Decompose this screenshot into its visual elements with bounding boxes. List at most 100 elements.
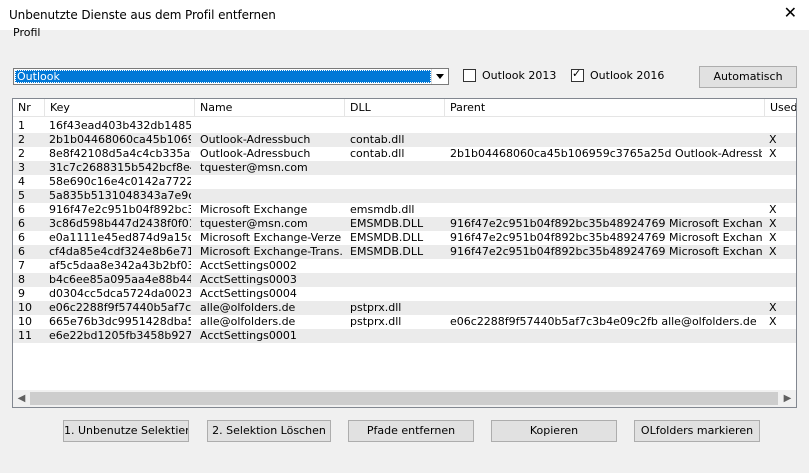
cell-name: AcctSettings0002	[200, 259, 297, 272]
table-row[interactable]: 10 665e76b3dc9951428dba5... alle@olfolders…	[13, 315, 796, 329]
table-row[interactable]: 3 31c7c2688315b542bcf8e4... tquester@msn.c…	[13, 161, 796, 175]
column-header-nr[interactable]: Nr	[13, 99, 45, 116]
cell-used	[769, 329, 793, 343]
table-row[interactable]: 5 5a835b5131048343a7e9c...	[13, 189, 796, 203]
cell-key: 916f47e2c951b04f892bc3...	[49, 203, 191, 216]
cell-name: Outlook-Adressbuch	[200, 147, 311, 160]
cell-parent	[450, 203, 762, 217]
scroll-right-icon[interactable]: ▶	[779, 390, 796, 407]
cell-nr: 8	[18, 273, 25, 286]
cell-name: alle@olfolders.de	[200, 301, 296, 314]
checkbox-label-outlook-2013: Outlook 2013	[482, 68, 557, 82]
column-header-parent[interactable]: Parent	[445, 99, 765, 116]
close-icon[interactable]: ✕	[784, 4, 797, 22]
cell-used: X	[769, 147, 777, 160]
horizontal-scrollbar[interactable]: ◀ ▶	[13, 390, 796, 407]
table-row[interactable]: 8 b4c6ee85a095aa4e88b44... AcctSettings000…	[13, 273, 796, 287]
column-header-used[interactable]: Used	[765, 99, 796, 116]
column-header-key[interactable]: Key	[45, 99, 195, 116]
cell-used	[769, 161, 793, 175]
automatisch-button[interactable]: Automatisch	[699, 66, 797, 88]
table-row[interactable]: 10 e06c2288f9f57440b5af7c3... alle@olfolde…	[13, 301, 796, 315]
olfolders-markieren-button[interactable]: OLfolders markieren	[634, 420, 760, 442]
window-title: Unbenutzte Dienste aus dem Profil entfer…	[9, 8, 276, 22]
cell-name: Outlook-Adressbuch	[200, 133, 311, 146]
table-row[interactable]: 11 e6e22bd1205fb3458b927c... AcctSettings0…	[13, 329, 796, 343]
cell-nr: 3	[18, 161, 25, 174]
table-row[interactable]: 6 e0a1111e45ed874d9a15df... Microsoft Exch…	[13, 231, 796, 245]
cell-name: alle@olfolders.de	[200, 315, 296, 328]
table-row[interactable]: 9 d0304cc5dca5724da0023... AcctSettings000…	[13, 287, 796, 301]
cell-used: X	[769, 315, 777, 328]
cell-used	[769, 119, 793, 133]
cell-used	[769, 287, 793, 301]
cell-dll	[350, 161, 442, 175]
cell-name: AcctSettings0004	[200, 287, 297, 300]
cell-nr: 7	[18, 259, 25, 272]
cell-name: tquester@msn.com	[200, 161, 308, 174]
cell-key: e6e22bd1205fb3458b927c...	[49, 329, 191, 342]
table-row[interactable]: 6 916f47e2c951b04f892bc3... Microsoft Exch…	[13, 203, 796, 217]
cell-parent: 916f47e2c951b04f892bc35b48924769 Microso…	[450, 245, 762, 258]
kopieren-button[interactable]: Kopieren	[491, 420, 617, 442]
cell-dll: emsmdb.dll	[350, 203, 415, 216]
cell-key: af5c5daa8e342a43b2bf03...	[49, 259, 191, 272]
checkbox-box-outlook-2016[interactable]	[571, 67, 584, 82]
cell-parent: 916f47e2c951b04f892bc35b48924769 Microso…	[450, 231, 762, 244]
cell-used: X	[769, 231, 777, 244]
cell-nr: 1	[18, 119, 25, 132]
checkbox-outlook-2016[interactable]: Outlook 2016	[571, 67, 665, 82]
cell-parent: 2b1b04468060ca45b106959c3765a25d Outlook…	[450, 147, 762, 160]
profile-dropdown[interactable]: Outlook	[13, 68, 449, 85]
list-header: Nr Key Name DLL Parent Used	[13, 99, 796, 117]
table-row[interactable]: 2 8e8f42108d5a4c4cb335a9... Outlook-Adress…	[13, 147, 796, 161]
cell-parent	[450, 161, 762, 175]
cell-dll: EMSMDB.DLL	[350, 231, 424, 244]
cell-used: X	[769, 217, 777, 230]
scrollbar-thumb[interactable]	[30, 392, 778, 405]
chevron-down-icon[interactable]	[431, 69, 448, 84]
services-list[interactable]: Nr Key Name DLL Parent Used 1 16f43ead403…	[12, 98, 797, 408]
cell-dll	[350, 287, 442, 301]
profile-dropdown-value: Outlook	[15, 70, 431, 83]
column-header-name[interactable]: Name	[195, 99, 345, 116]
cell-key: b4c6ee85a095aa4e88b44...	[49, 273, 191, 286]
checkbox-box-outlook-2013[interactable]	[463, 68, 476, 82]
table-row[interactable]: 6 cf4da85e4cdf324e8b6e71... Microsoft Exch…	[13, 245, 796, 259]
cell-dll: pstprx.dll	[350, 301, 402, 314]
checkbox-outlook-2013[interactable]: Outlook 2013	[463, 68, 556, 82]
title-bar: Unbenutzte Dienste aus dem Profil entfer…	[0, 0, 809, 30]
cell-parent: e06c2288f9f57440b5af7c3b4e09c2fb alle@ol…	[450, 315, 757, 328]
cell-dll: pstprx.dll	[350, 315, 402, 328]
table-row[interactable]: 1 16f43ead403b432db1485f...	[13, 119, 796, 133]
column-header-dll[interactable]: DLL	[345, 99, 445, 116]
cell-key: 16f43ead403b432db1485f...	[49, 119, 191, 132]
scroll-left-icon[interactable]: ◀	[13, 390, 30, 407]
cell-parent	[450, 133, 762, 147]
cell-parent	[450, 301, 762, 315]
table-row[interactable]: 4 58e690c16e4c0142a7722...	[13, 175, 796, 189]
cell-dll: EMSMDB.DLL	[350, 245, 424, 258]
cell-key: 665e76b3dc9951428dba5...	[49, 315, 191, 328]
table-row[interactable]: 6 3c86d598b447d2438f0f01... tquester@msn.c…	[13, 217, 796, 231]
cell-key: 5a835b5131048343a7e9c...	[49, 189, 191, 202]
cell-nr: 6	[18, 231, 25, 244]
cell-name: tquester@msn.com	[200, 217, 308, 230]
selektion-loeschen-button[interactable]: 2. Selektion Löschen	[207, 420, 331, 442]
cell-used: X	[769, 301, 777, 314]
cell-used: X	[769, 245, 777, 258]
table-row[interactable]: 7 af5c5daa8e342a43b2bf03... AcctSettings00…	[13, 259, 796, 273]
cell-name: Microsoft Exchange-Trans...	[200, 245, 342, 258]
cell-parent	[450, 273, 762, 287]
pfade-entfernen-button[interactable]: Pfade entfernen	[348, 420, 474, 442]
checkbox-label-outlook-2016: Outlook 2016	[590, 68, 665, 82]
cell-dll	[350, 119, 442, 133]
cell-name: Microsoft Exchange-Verzei...	[200, 231, 342, 244]
unbenutzte-selektieren-button[interactable]: 1. Unbenutze Selektieren	[63, 420, 189, 442]
cell-nr: 5	[18, 189, 25, 202]
cell-name: Microsoft Exchange	[200, 203, 308, 216]
cell-key: e0a1111e45ed874d9a15df...	[49, 231, 191, 244]
cell-nr: 2	[18, 147, 25, 160]
cell-nr: 4	[18, 175, 25, 188]
table-row[interactable]: 2 2b1b04468060ca45b1069... Outlook-Adressb…	[13, 133, 796, 147]
